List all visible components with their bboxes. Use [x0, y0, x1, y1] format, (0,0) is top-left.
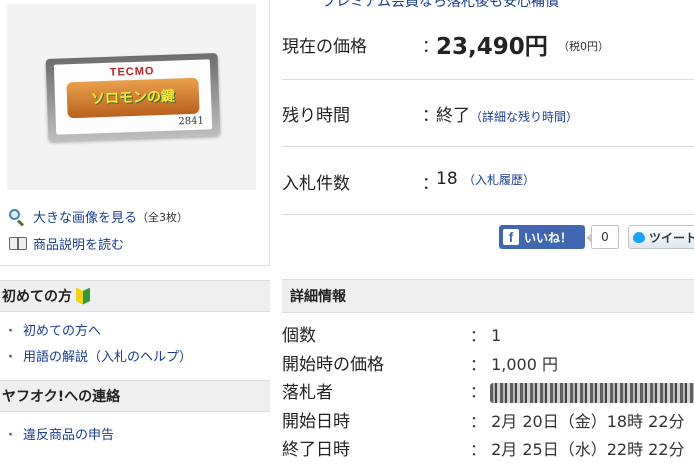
- sidebar-item-label[interactable]: 初めての方へ: [23, 324, 101, 339]
- winner-redacted-mosaic: [490, 382, 694, 403]
- sidebar-item-beginners-guide[interactable]: ・初めての方へ: [4, 320, 101, 339]
- beginners-title: 初めての方: [2, 289, 72, 305]
- sidebar-item-glossary[interactable]: ・用語の解説（入札のヘルプ）: [4, 346, 192, 365]
- magnifier-icon: [8, 208, 28, 227]
- sidebar-item-label[interactable]: 違反商品の申告: [23, 428, 114, 443]
- detail-label-quantity: 個数: [282, 326, 316, 346]
- detail-value-start-price: 1,000 円: [491, 355, 559, 374]
- detail-label-start-price: 開始時の価格: [282, 355, 384, 375]
- contact-section-header: ヤフオク!への連絡: [0, 380, 270, 412]
- twitter-bird-icon: [633, 231, 645, 243]
- facebook-icon: f: [503, 229, 519, 245]
- cartridge-label-scroll: ソロモンの鍵: [66, 77, 200, 119]
- detail-label-start-time: 開始日時: [282, 412, 350, 432]
- image-count: （全3枚）: [137, 210, 189, 224]
- detail-value-start-time: 2月 20日（金）18時 22分: [491, 412, 685, 431]
- tax-note: （税0円）: [558, 40, 609, 53]
- tweet-label: ツイート: [648, 230, 694, 245]
- large-image-label[interactable]: 大きな画像を見る: [33, 207, 137, 226]
- detail-value-end-time: 2月 25日（水）22時 22分: [491, 440, 685, 459]
- detail-label-end-time: 終了日時: [282, 440, 350, 460]
- book-icon: [8, 236, 28, 252]
- bids-row: 入札件数 ： 18 （入札履歴）: [282, 147, 694, 215]
- cartridge-title: ソロモンの鍵: [90, 88, 176, 108]
- sidebar-item-report-violation[interactable]: ・違反商品の申告: [4, 424, 114, 443]
- detail-label-winner: 落札者: [282, 383, 333, 403]
- product-image[interactable]: TECMO ソロモンの鍵 2841: [7, 4, 256, 190]
- details-title: 詳細情報: [290, 289, 346, 305]
- time-detail-link[interactable]: （詳細な残り時間）: [470, 110, 578, 124]
- like-label: いいね！: [524, 230, 573, 245]
- detail-value-quantity: 1: [491, 326, 502, 345]
- beginner-mark-icon: [76, 287, 90, 305]
- details-header: 詳細情報: [282, 279, 694, 313]
- cartridge-illustration: TECMO ソロモンの鍵 2841: [45, 53, 221, 141]
- price-row: 現在の価格 ： 23,490円 （税0円）: [282, 12, 694, 80]
- left-column: TECMO ソロモンの鍵 2841 大きな画像を見る （全3枚） 商品説明を読む…: [0, 0, 270, 463]
- beginners-section-header: 初めての方: [0, 280, 270, 312]
- time-label: 残り時間: [282, 106, 350, 126]
- large-image-link[interactable]: 大きな画像を見る （全3枚）: [8, 207, 189, 227]
- social-buttons: f いいね！ 0 ツイート: [499, 225, 694, 249]
- bid-history-link[interactable]: （入札履歴）: [463, 173, 535, 187]
- time-value: 終了: [436, 106, 470, 126]
- thumbnail-panel: TECMO ソロモンの鍵 2841 大きな画像を見る （全3枚） 商品説明を読む: [0, 0, 270, 266]
- current-price: 23,490円: [436, 34, 548, 60]
- description-label[interactable]: 商品説明を読む: [33, 234, 124, 253]
- bids-value: 18: [436, 169, 458, 189]
- cartridge-number: 2841: [178, 115, 205, 128]
- bids-label: 入札件数: [282, 174, 350, 194]
- description-link[interactable]: 商品説明を読む: [8, 234, 124, 253]
- like-count: 0: [586, 225, 619, 249]
- contact-title: ヤフオク!への連絡: [2, 389, 121, 405]
- tweet-button[interactable]: ツイート: [628, 225, 694, 249]
- auction-info: プレミアム会員なら落札後も安心補償 現在の価格 ： 23,490円 （税0円） …: [282, 0, 694, 463]
- price-label: 現在の価格: [282, 37, 367, 57]
- time-row: 残り時間 ： 終了（詳細な残り時間）: [282, 80, 694, 147]
- premium-banner-link[interactable]: プレミアム会員なら落札後も安心補償: [322, 0, 559, 11]
- sidebar-item-label[interactable]: 用語の解説（入札のヘルプ）: [23, 350, 192, 365]
- facebook-like-button[interactable]: f いいね！: [499, 225, 585, 249]
